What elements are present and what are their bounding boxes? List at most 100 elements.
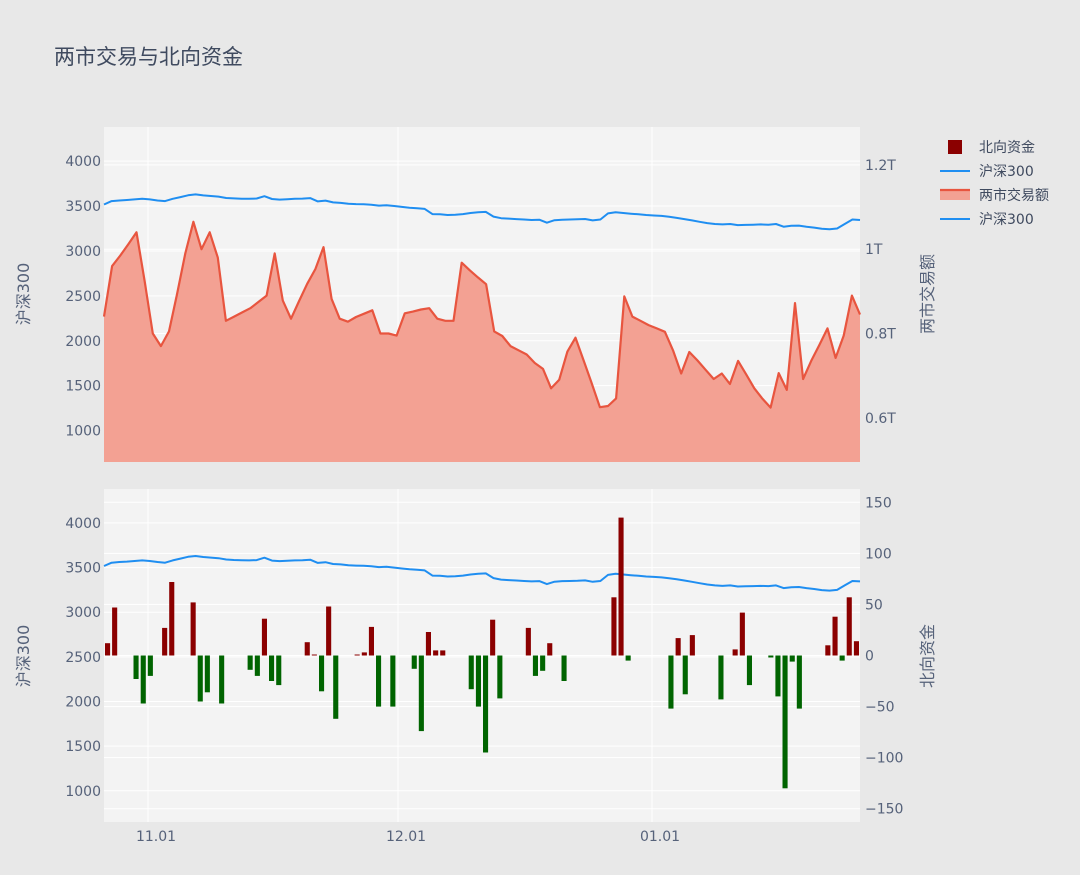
- northbound-bar: [204, 655, 210, 693]
- y-left-tick-label: 1500: [65, 739, 101, 755]
- y-left-tick-label: 3000: [65, 244, 101, 260]
- y-right-tick-label: 150: [865, 495, 892, 511]
- northbound-bar: [269, 655, 275, 681]
- y-left-ticks: 1000 1500 2000 2500 3000 3500 4000: [65, 516, 101, 800]
- northbound-bar: [825, 645, 831, 656]
- northbound-bar: [532, 655, 538, 676]
- legend-item: 两市交易额: [940, 187, 1049, 204]
- northbound-bar: [326, 606, 332, 656]
- y-left-tick-label: 3500: [65, 199, 101, 215]
- x-tick-label: 12.01: [386, 829, 426, 845]
- northbound-bar: [140, 655, 146, 704]
- northbound-bar: [525, 627, 531, 656]
- y-right-tick-label: 50: [865, 597, 883, 613]
- northbound-bar: [190, 602, 196, 656]
- northbound-bar: [682, 655, 688, 695]
- northbound-bar: [618, 517, 624, 656]
- legend-swatch-square: [948, 140, 962, 154]
- y-left-tick-label: 4000: [65, 154, 101, 170]
- y-right-tick-label: −100: [865, 751, 903, 767]
- northbound-bar: [354, 654, 360, 656]
- y-left-tick-label: 1000: [65, 784, 101, 800]
- legend-item: 沪深300: [940, 212, 1034, 228]
- northbound-bar: [254, 655, 260, 676]
- northbound-bar: [689, 635, 695, 656]
- northbound-bar: [376, 655, 382, 707]
- northbound-bar: [782, 655, 788, 789]
- northbound-bar: [832, 616, 838, 656]
- chart-title: 两市交易与北向资金: [54, 45, 243, 69]
- legend-swatch-area: [940, 190, 970, 200]
- legend-label: 沪深300: [979, 164, 1034, 180]
- northbound-bar: [433, 650, 439, 656]
- northbound-bar: [611, 597, 617, 656]
- y-left-tick-label: 2000: [65, 694, 101, 710]
- y-right-tick-label: 1.2T: [865, 158, 896, 174]
- top-panel: 1000 1500 2000 2500 3000 3500 4000 0.6T 0.8T 1T 1.…: [14, 127, 937, 462]
- northbound-bar: [732, 649, 738, 656]
- legend-item: 北向资金: [948, 140, 1035, 156]
- northbound-bar: [319, 655, 325, 692]
- y-right-axis-title: 两市交易额: [918, 254, 937, 334]
- northbound-bar: [739, 612, 745, 656]
- northbound-bar: [839, 655, 845, 661]
- y-left-ticks: 1000 1500 2000 2500 3000 3500 4000: [65, 154, 101, 439]
- northbound-bar: [718, 655, 724, 700]
- northbound-bar: [162, 627, 168, 656]
- northbound-bar: [561, 655, 567, 681]
- y-left-axis-title: 沪深300: [14, 263, 33, 326]
- northbound-bar: [333, 655, 339, 719]
- legend-item: 沪深300: [940, 164, 1034, 180]
- y-left-tick-label: 1500: [65, 379, 101, 395]
- northbound-bar: [440, 650, 446, 656]
- y-right-tick-label: −150: [865, 802, 903, 818]
- y-left-axis-title: 沪深300: [14, 625, 33, 688]
- northbound-bar: [490, 619, 496, 656]
- y-left-tick-label: 4000: [65, 516, 101, 532]
- northbound-bar: [311, 654, 317, 656]
- northbound-bar: [425, 632, 431, 656]
- y-left-tick-label: 3000: [65, 605, 101, 621]
- y-left-tick-label: 3500: [65, 561, 101, 577]
- y-right-tick-label: 0: [865, 649, 874, 665]
- northbound-bar: [361, 652, 367, 656]
- northbound-bar: [261, 618, 267, 656]
- northbound-bar: [746, 655, 752, 686]
- northbound-bar: [390, 655, 396, 707]
- northbound-bar: [547, 643, 553, 656]
- northbound-bar: [789, 655, 795, 662]
- northbound-bar: [147, 655, 153, 676]
- northbound-bar: [411, 655, 417, 669]
- legend-label: 北向资金: [979, 140, 1035, 156]
- northbound-bar: [625, 655, 631, 661]
- y-right-tick-label: 0.8T: [865, 326, 896, 342]
- northbound-bar: [483, 655, 489, 753]
- northbound-bar: [853, 641, 859, 656]
- legend-label: 沪深300: [979, 212, 1034, 228]
- y-right-tick-label: 0.6T: [865, 411, 896, 427]
- x-ticks: 11.01 12.01 01.01: [136, 829, 680, 845]
- y-right-ticks: 0.6T 0.8T 1T 1.2T: [865, 158, 896, 427]
- legend-label: 两市交易额: [979, 187, 1049, 204]
- x-tick-label: 11.01: [136, 829, 176, 845]
- y-left-tick-label: 2500: [65, 650, 101, 666]
- northbound-bar: [497, 655, 503, 699]
- y-right-tick-label: 1T: [865, 242, 883, 258]
- y-left-tick-label: 2500: [65, 289, 101, 305]
- northbound-bar: [540, 655, 546, 671]
- northbound-bar: [105, 643, 111, 656]
- northbound-bar: [768, 655, 774, 658]
- northbound-bar: [197, 655, 203, 702]
- y-right-tick-label: 100: [865, 546, 892, 562]
- northbound-bar: [468, 655, 474, 690]
- northbound-bar: [675, 638, 681, 656]
- northbound-bar: [475, 655, 481, 707]
- northbound-bar: [169, 582, 175, 656]
- y-left-tick-label: 1000: [65, 424, 101, 440]
- y-right-tick-label: −50: [865, 700, 895, 716]
- northbound-bar: [796, 655, 802, 709]
- northbound-bar: [133, 655, 139, 679]
- northbound-bar: [668, 655, 674, 709]
- y-left-tick-label: 2000: [65, 334, 101, 350]
- legend: 北向资金沪深300两市交易额沪深300: [940, 140, 1049, 228]
